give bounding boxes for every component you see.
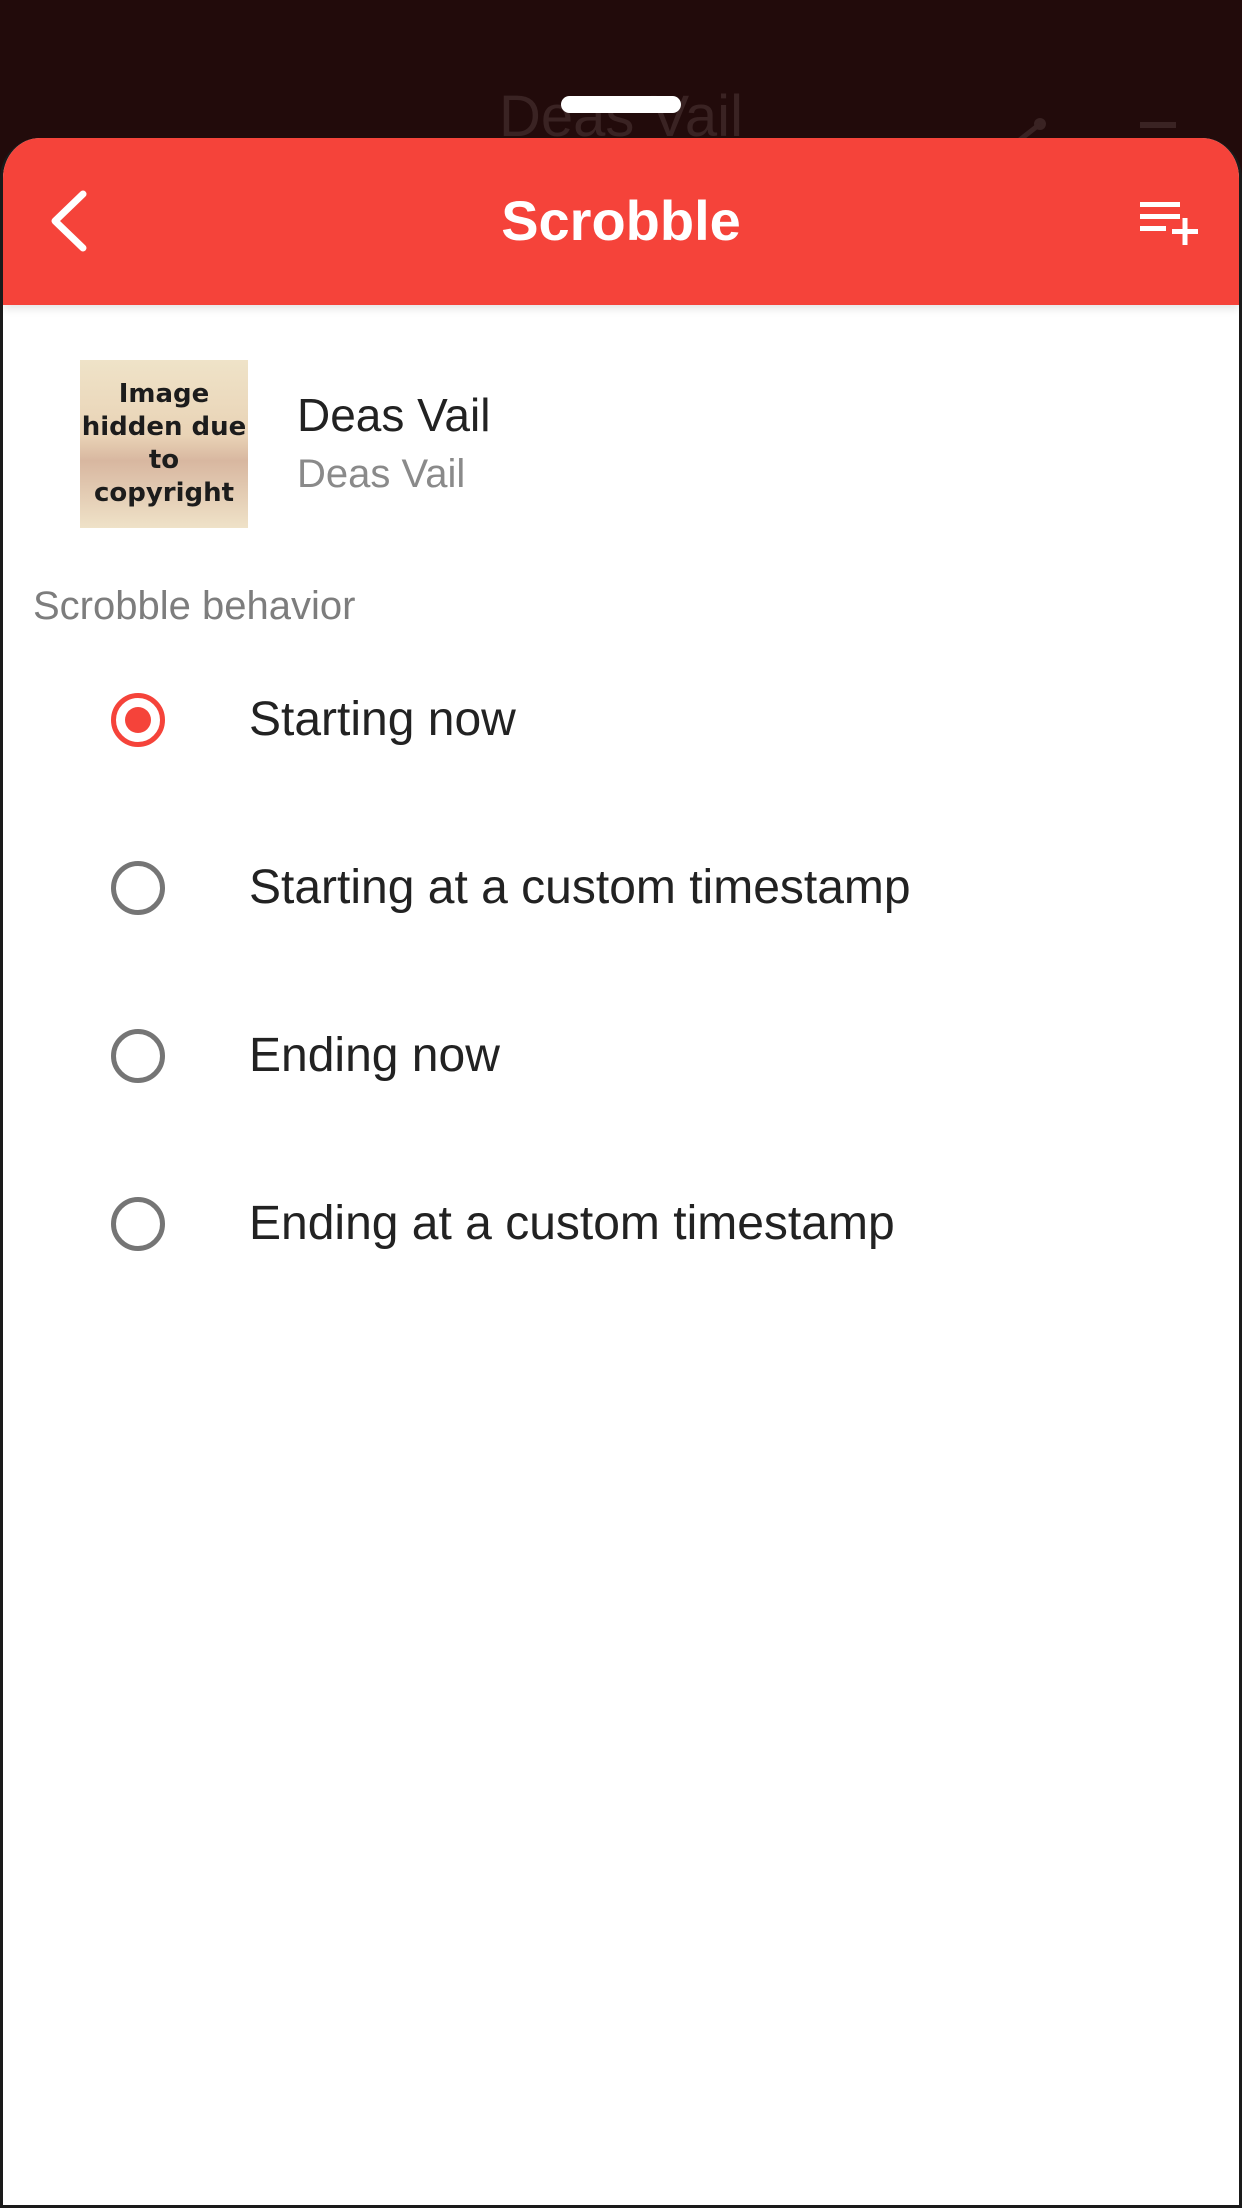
option-ending-now[interactable]: Ending now <box>3 996 1239 1164</box>
option-starting-now[interactable]: Starting now <box>3 660 1239 828</box>
radio-button[interactable] <box>111 1197 165 1251</box>
option-ending-custom-timestamp[interactable]: Ending at a custom timestamp <box>3 1164 1239 1332</box>
track-title: Deas Vail <box>297 389 491 441</box>
album-artwork: Image hidden due to copyright <box>80 360 248 528</box>
navigation-bar: Scrobble <box>3 138 1239 305</box>
option-label: Ending at a custom timestamp <box>249 1197 895 1250</box>
page-title: Scrobble <box>501 189 741 252</box>
sheet-drag-handle[interactable] <box>561 96 681 113</box>
artwork-placeholder-text: Image hidden due to copyright <box>81 379 247 508</box>
background-screen: Deas Vail <box>0 0 1242 140</box>
option-label: Starting now <box>249 693 516 746</box>
playlist-add-icon[interactable] <box>1138 196 1208 256</box>
track-artist: Deas Vail <box>297 452 466 496</box>
scrobble-behavior-options: Starting now Starting at a custom timest… <box>3 660 1239 1332</box>
option-label: Ending now <box>249 1029 500 1082</box>
menu-icon <box>1140 122 1176 128</box>
radio-button[interactable] <box>111 1029 165 1083</box>
scrobble-sheet: Scrobble Image hidden due to copyright D… <box>0 138 1242 2208</box>
section-header-scrobble-behavior: Scrobble behavior <box>33 584 356 628</box>
option-starting-custom-timestamp[interactable]: Starting at a custom timestamp <box>3 828 1239 996</box>
radio-button[interactable] <box>111 861 165 915</box>
radio-button-selected[interactable] <box>111 693 165 747</box>
track-header: Image hidden due to copyright Deas Vail … <box>80 360 1180 530</box>
option-label: Starting at a custom timestamp <box>249 861 911 914</box>
share-icon <box>1015 118 1046 140</box>
